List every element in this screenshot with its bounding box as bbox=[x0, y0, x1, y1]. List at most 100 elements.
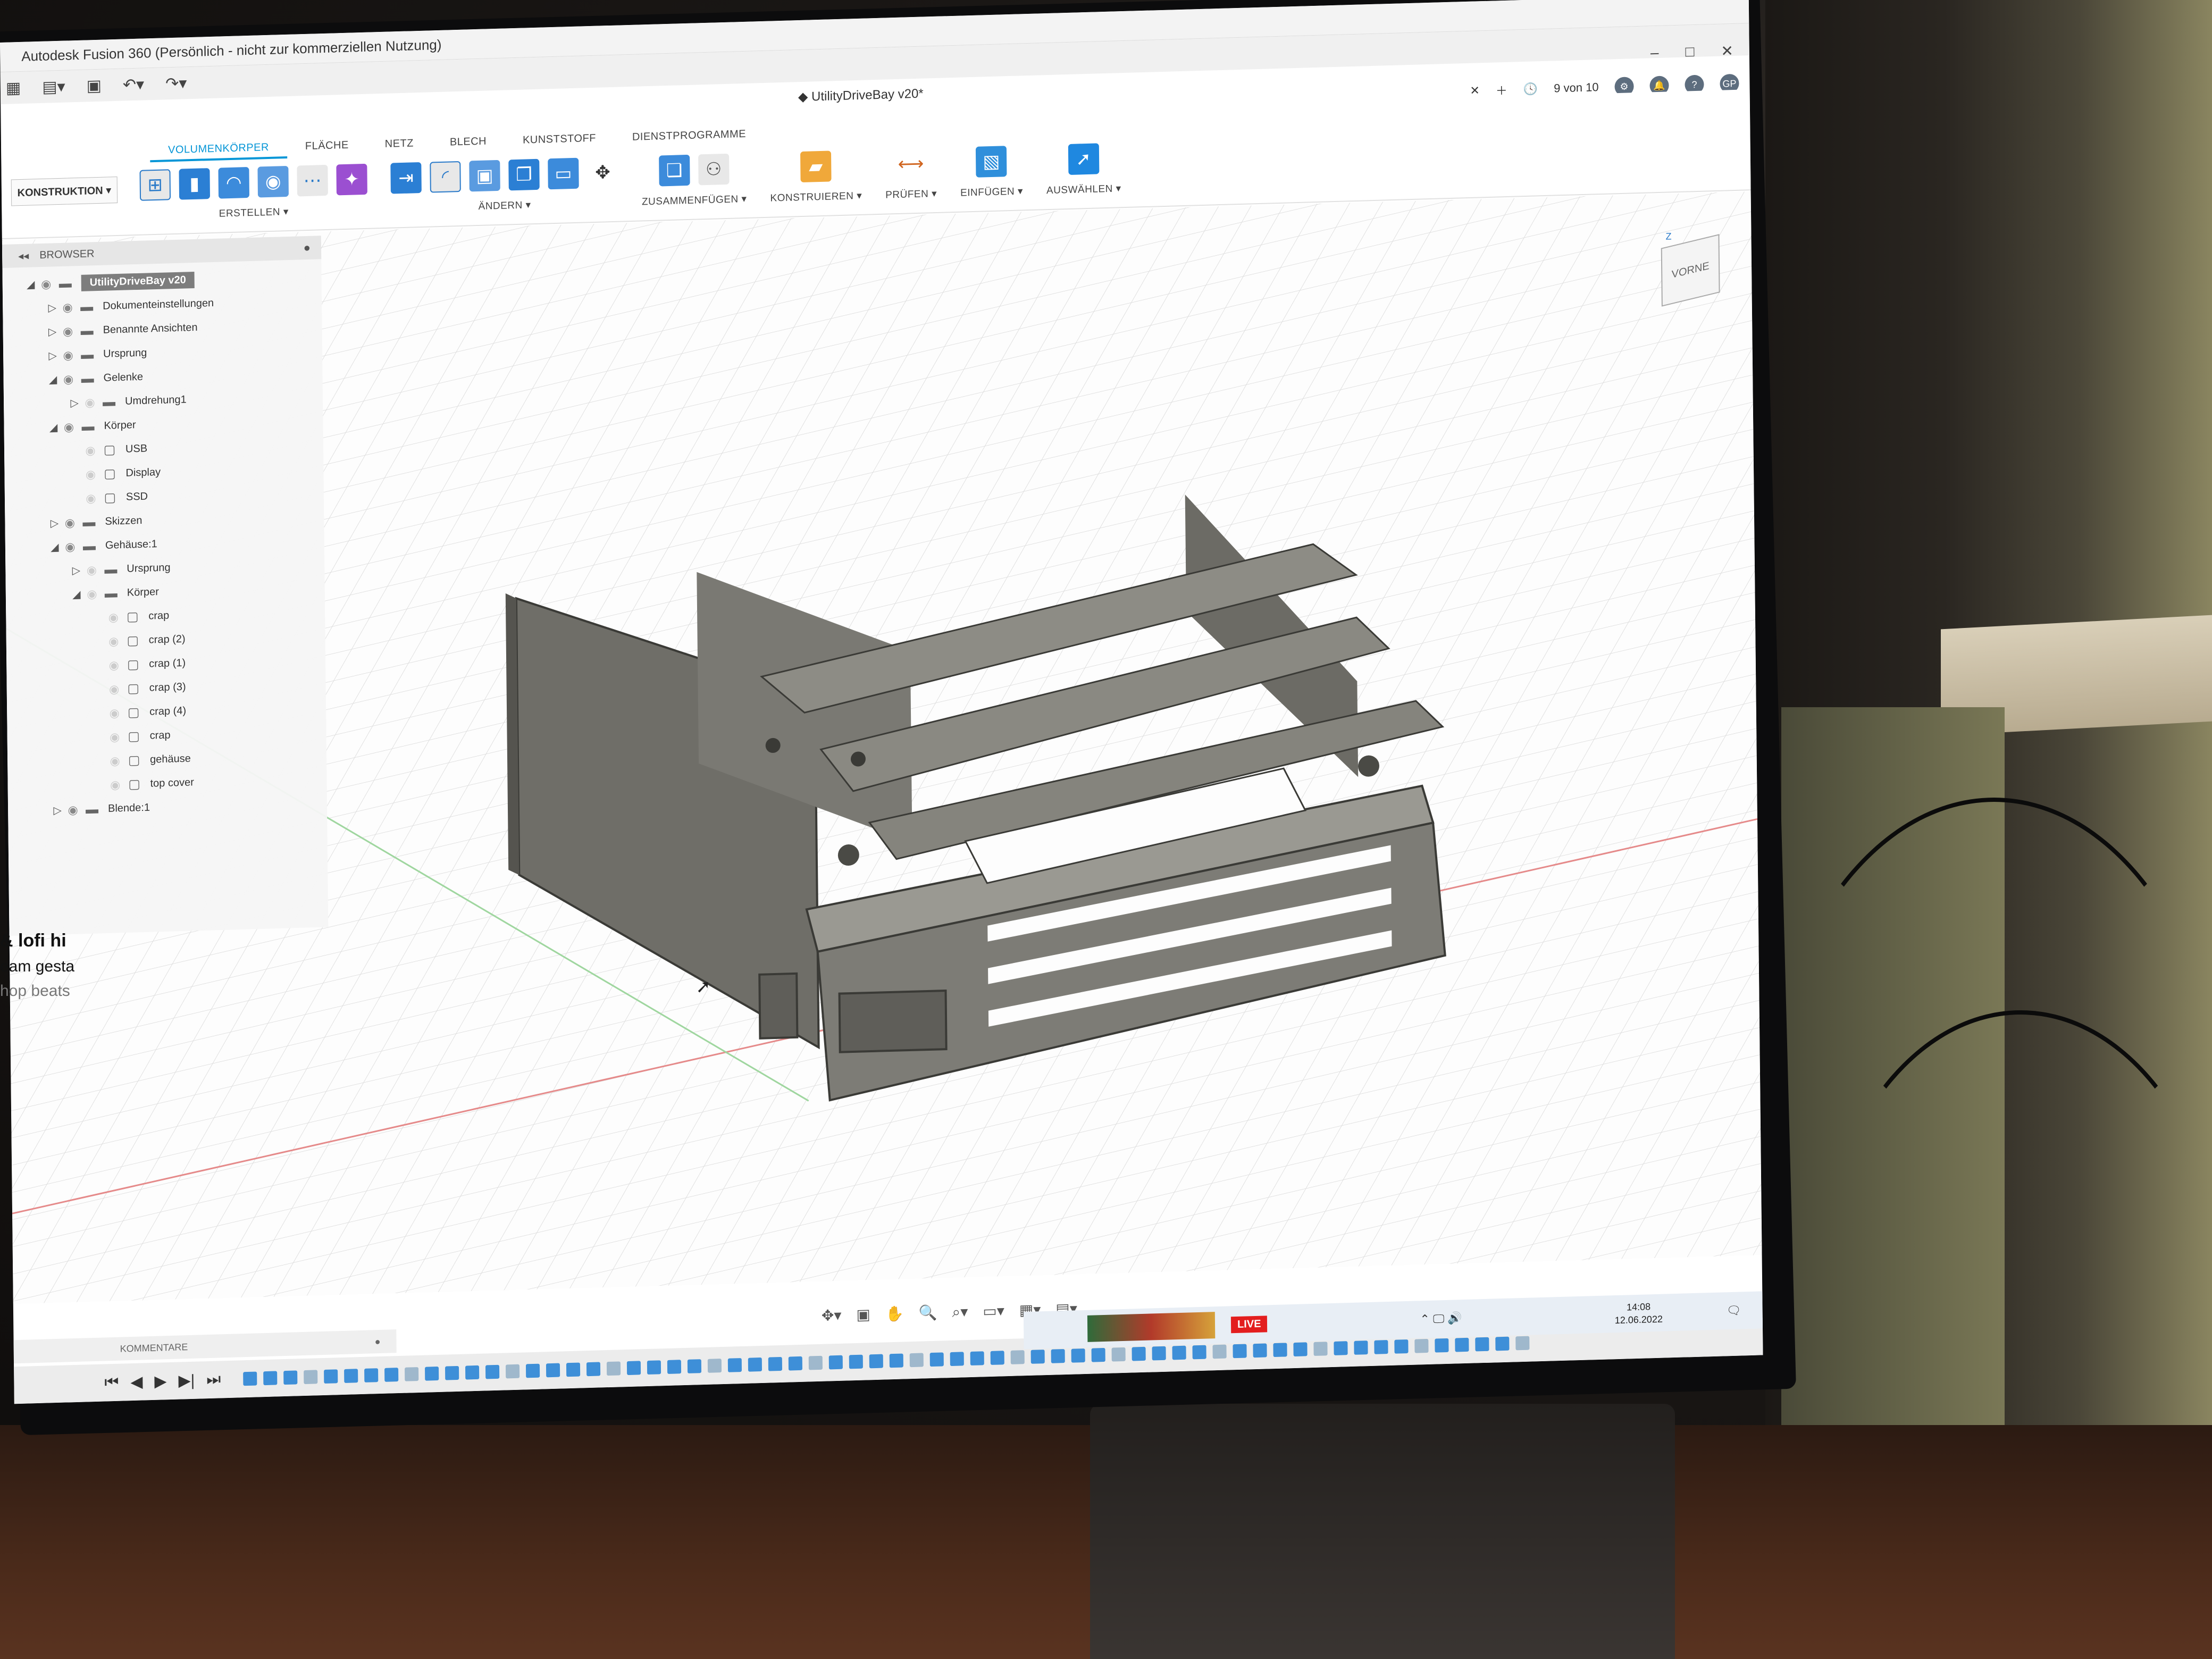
group-label[interactable]: ZUSAMMENFÜGEN ▾ bbox=[642, 193, 747, 208]
timeline-feature-icon[interactable] bbox=[849, 1354, 863, 1369]
timeline-feature-icon[interactable] bbox=[1273, 1343, 1287, 1358]
offset-face-icon[interactable]: ▭ bbox=[548, 157, 579, 190]
select-cursor-icon[interactable]: ➚ bbox=[1068, 143, 1099, 175]
comments-pin-icon[interactable]: ● bbox=[375, 1336, 381, 1347]
maximize-button[interactable]: □ bbox=[1685, 43, 1694, 61]
job-status[interactable]: 9 von 10 bbox=[1554, 80, 1599, 95]
tab-netz[interactable]: NETZ bbox=[367, 133, 432, 156]
pan-icon[interactable]: ✋ bbox=[885, 1304, 904, 1323]
timeline-prev-icon[interactable]: ◀ bbox=[130, 1372, 143, 1392]
timeline-feature-icon[interactable] bbox=[1374, 1340, 1388, 1354]
timeline-feature-icon[interactable] bbox=[1475, 1337, 1489, 1352]
new-component-icon[interactable]: ❏ bbox=[658, 154, 690, 187]
timeline-feature-icon[interactable] bbox=[727, 1358, 742, 1372]
visibility-eye-icon[interactable]: ◉ bbox=[38, 277, 55, 291]
redo-icon[interactable]: ↷▾ bbox=[165, 74, 187, 93]
timeline-feature-icon[interactable] bbox=[748, 1357, 763, 1372]
timeline-feature-icon[interactable] bbox=[304, 1370, 318, 1385]
taskbar-thumbnail[interactable] bbox=[1087, 1312, 1216, 1342]
visibility-eye-icon[interactable]: ◉ bbox=[59, 300, 76, 315]
timeline-start-icon[interactable]: ⏮ bbox=[104, 1373, 119, 1392]
timeline-feature-icon[interactable] bbox=[1293, 1342, 1308, 1357]
fillet-icon[interactable]: ◜ bbox=[430, 161, 461, 193]
timeline-feature-icon[interactable] bbox=[1354, 1340, 1368, 1355]
timeline-feature-icon[interactable] bbox=[950, 1352, 964, 1367]
timeline-feature-icon[interactable] bbox=[990, 1351, 1004, 1365]
save-icon[interactable]: ▣ bbox=[86, 76, 102, 95]
collapsed-triangle-icon[interactable]: ▷ bbox=[51, 803, 64, 817]
form-icon[interactable]: ✦ bbox=[336, 163, 367, 196]
visibility-eye-icon[interactable]: ◉ bbox=[105, 658, 122, 673]
visibility-eye-icon[interactable]: ◉ bbox=[60, 420, 77, 434]
timeline-feature-icon[interactable] bbox=[1313, 1342, 1328, 1356]
timeline-feature-icon[interactable] bbox=[788, 1356, 803, 1371]
timeline-feature-icon[interactable] bbox=[687, 1359, 702, 1373]
timeline-feature-icon[interactable] bbox=[1455, 1337, 1469, 1352]
collapsed-triangle-icon[interactable]: ▷ bbox=[46, 325, 60, 339]
timeline-feature-icon[interactable] bbox=[364, 1368, 379, 1382]
file-icon[interactable]: ▤▾ bbox=[42, 77, 65, 96]
offset-plane-icon[interactable]: ▰ bbox=[800, 150, 832, 183]
expanded-triangle-icon[interactable]: ◢ bbox=[46, 421, 60, 434]
revolve-icon[interactable]: ◠ bbox=[218, 167, 250, 199]
collapsed-triangle-icon[interactable]: ▷ bbox=[46, 349, 60, 363]
timeline-feature-icon[interactable] bbox=[707, 1359, 722, 1373]
measure-icon[interactable]: ⟷ bbox=[895, 148, 927, 180]
visibility-eye-icon[interactable]: ◉ bbox=[82, 443, 99, 458]
timeline-feature-icon[interactable] bbox=[1071, 1348, 1085, 1363]
workspace-switcher[interactable]: KONSTRUKTION ▾ bbox=[11, 176, 118, 206]
visibility-eye-icon[interactable]: ◉ bbox=[83, 587, 100, 601]
timeline-feature-icon[interactable] bbox=[1495, 1336, 1510, 1351]
collapsed-triangle-icon[interactable]: ▷ bbox=[68, 396, 81, 410]
timeline-feature-icon[interactable] bbox=[909, 1353, 924, 1368]
timeline-feature-icon[interactable] bbox=[1152, 1346, 1166, 1361]
timeline-feature-icon[interactable] bbox=[970, 1351, 984, 1366]
collapsed-triangle-icon[interactable]: ▷ bbox=[69, 564, 83, 577]
move-icon[interactable]: ✥ bbox=[587, 156, 618, 189]
taskbar-clock[interactable]: 14:08 12.06.2022 bbox=[1614, 1300, 1663, 1327]
grid-menu-icon[interactable]: ▦ bbox=[6, 78, 21, 97]
group-label[interactable]: ÄNDERN ▾ bbox=[478, 199, 531, 213]
timeline-feature-icon[interactable] bbox=[283, 1370, 298, 1385]
display-settings-icon[interactable]: ▭▾ bbox=[983, 1302, 1004, 1320]
timeline-feature-icon[interactable] bbox=[828, 1355, 843, 1370]
timeline-feature-icon[interactable] bbox=[667, 1360, 682, 1374]
collapse-browser-icon[interactable]: ◂◂ bbox=[18, 249, 29, 263]
timeline-feature-icon[interactable] bbox=[889, 1353, 903, 1368]
close-tab-icon[interactable]: ✕ bbox=[1470, 83, 1480, 98]
look-at-icon[interactable]: ▣ bbox=[856, 1305, 870, 1324]
visibility-eye-icon[interactable]: ◉ bbox=[60, 372, 77, 387]
visibility-eye-icon[interactable]: ◉ bbox=[106, 730, 123, 744]
timeline-feature-icon[interactable] bbox=[768, 1356, 783, 1371]
zoom-icon[interactable]: 🔍 bbox=[919, 1304, 937, 1322]
timeline-feature-icon[interactable] bbox=[546, 1363, 560, 1378]
timeline-feature-icon[interactable] bbox=[445, 1365, 459, 1380]
tab-flaeche[interactable]: FLÄCHE bbox=[287, 136, 367, 158]
timeline-feature-icon[interactable] bbox=[1091, 1347, 1105, 1362]
timeline-feature-icon[interactable] bbox=[1212, 1344, 1227, 1359]
document-tab[interactable]: ◆ UtilityDriveBay v20* bbox=[798, 86, 924, 105]
tray-icons[interactable]: ⌃ 🖵 🔊 bbox=[1420, 1311, 1462, 1326]
timeline-feature-icon[interactable] bbox=[1111, 1347, 1126, 1362]
expanded-triangle-icon[interactable]: ◢ bbox=[70, 588, 83, 601]
timeline-feature-icon[interactable] bbox=[1010, 1350, 1025, 1364]
timeline-feature-icon[interactable] bbox=[465, 1365, 480, 1380]
joint-icon[interactable]: ⚇ bbox=[698, 153, 730, 186]
visibility-eye-icon[interactable]: ◉ bbox=[106, 682, 123, 697]
hole-icon[interactable]: ◉ bbox=[257, 165, 289, 198]
close-button[interactable]: ✕ bbox=[1721, 42, 1733, 60]
timeline-feature-icon[interactable] bbox=[263, 1371, 278, 1386]
timeline-feature-icon[interactable] bbox=[808, 1355, 823, 1370]
visibility-eye-icon[interactable]: ◉ bbox=[83, 563, 100, 577]
combine-icon[interactable]: ❐ bbox=[508, 158, 540, 191]
shell-icon[interactable]: ▣ bbox=[469, 160, 500, 192]
tab-blech[interactable]: BLECH bbox=[432, 132, 505, 155]
timeline-feature-icon[interactable] bbox=[1414, 1338, 1429, 1353]
live-badge[interactable]: LIVE bbox=[1230, 1315, 1268, 1333]
visibility-eye-icon[interactable]: ◉ bbox=[105, 610, 122, 625]
collapsed-triangle-icon[interactable]: ▷ bbox=[45, 301, 59, 315]
expanded-triangle-icon[interactable]: ◢ bbox=[46, 373, 60, 387]
expanded-triangle-icon[interactable]: ◢ bbox=[48, 540, 62, 554]
undo-icon[interactable]: ↶▾ bbox=[123, 75, 145, 94]
timeline-feature-icon[interactable] bbox=[485, 1364, 500, 1379]
